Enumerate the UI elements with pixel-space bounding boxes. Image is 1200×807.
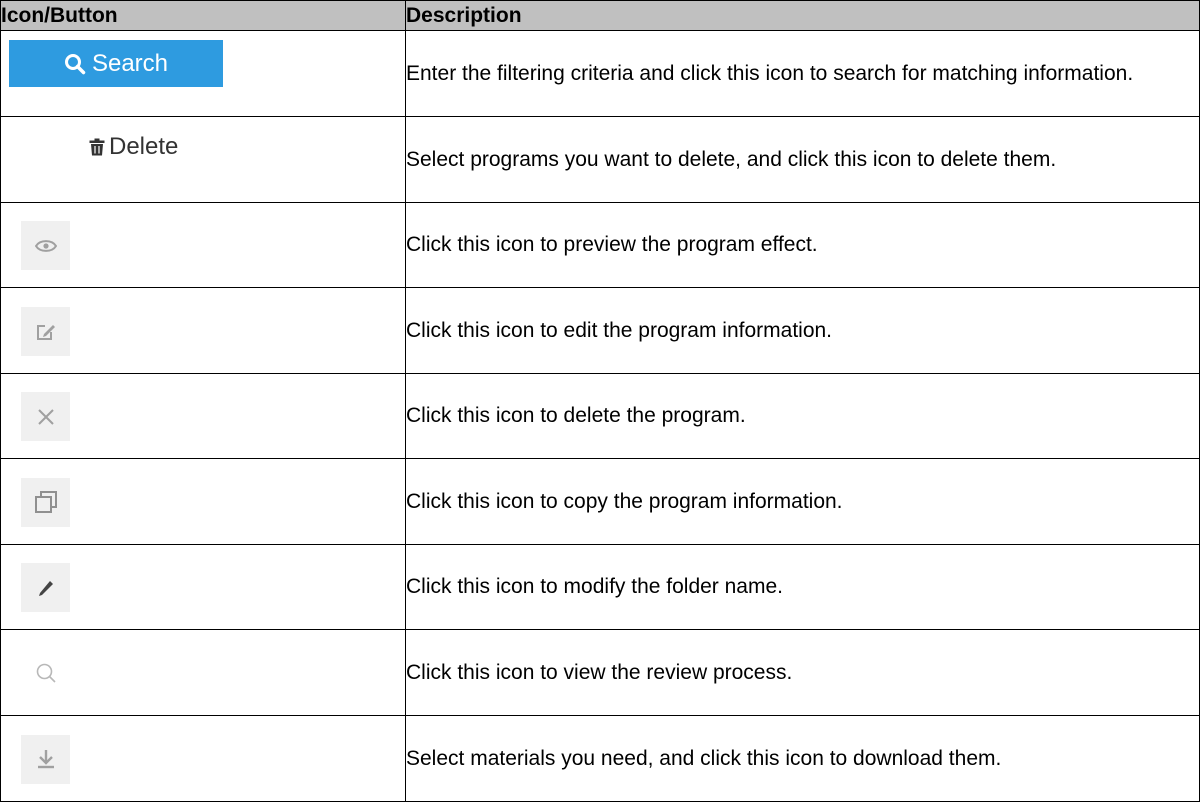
- icon-cell: [0, 373, 406, 459]
- edit-icon: [36, 325, 55, 340]
- icon-description-table: Icon/Button Description Search Enter the…: [0, 0, 1200, 802]
- search-icon: [64, 53, 86, 74]
- icon-cell: [0, 629, 406, 716]
- delete-button[interactable]: Delete: [89, 133, 178, 161]
- icon-cell: [0, 544, 406, 630]
- table-row: Click this icon to view the review proce…: [0, 629, 1200, 716]
- description-cell: Click this icon to copy the program info…: [405, 458, 1200, 545]
- description-cell: Click this icon to view the review proce…: [405, 629, 1200, 716]
- table-row: Delete Select programs you want to delet…: [0, 116, 1200, 203]
- table-row: Click this icon to edit the program info…: [0, 287, 1200, 374]
- pencil-icon: [38, 580, 53, 596]
- icon-cell: Search: [0, 30, 406, 117]
- icon-cell: [0, 202, 406, 288]
- trash-icon: [89, 138, 105, 156]
- description-cell: Enter the filtering criteria and click t…: [405, 30, 1200, 117]
- magnifier-icon: [36, 663, 56, 683]
- description-cell: Select materials you need, and click thi…: [405, 715, 1200, 802]
- icon-cell: Delete: [0, 116, 406, 203]
- table-row: Click this icon to delete the program.: [0, 373, 1200, 459]
- icon-cell: [0, 287, 406, 374]
- header-icon-button: Icon/Button: [0, 0, 406, 31]
- review-process-button[interactable]: [21, 648, 70, 698]
- search-button[interactable]: Search: [9, 40, 223, 87]
- table-row: Click this icon to preview the program e…: [0, 202, 1200, 288]
- copy-icon: [34, 491, 57, 513]
- eye-icon: [34, 239, 57, 252]
- description-cell: Click this icon to delete the program.: [405, 373, 1200, 459]
- copy-button[interactable]: [21, 477, 70, 527]
- description-cell: Click this icon to edit the program info…: [405, 287, 1200, 374]
- description-cell: Select programs you want to delete, and …: [405, 116, 1200, 203]
- description-cell: Click this icon to modify the folder nam…: [405, 544, 1200, 630]
- table-row: Select materials you need, and click thi…: [0, 715, 1200, 802]
- delete-program-button[interactable]: [21, 392, 70, 441]
- rename-folder-button[interactable]: [21, 563, 70, 612]
- preview-button[interactable]: [21, 221, 70, 270]
- edit-button[interactable]: [21, 306, 70, 356]
- download-button[interactable]: [21, 734, 70, 784]
- table-row: Click this icon to copy the program info…: [0, 458, 1200, 545]
- table-row: Click this icon to modify the folder nam…: [0, 544, 1200, 630]
- table-header-row: Icon/Button Description: [0, 0, 1200, 31]
- icon-cell: [0, 715, 406, 802]
- table-row: Search Enter the filtering criteria and …: [0, 30, 1200, 117]
- delete-button-label: Delete: [109, 133, 179, 160]
- download-icon: [37, 750, 54, 769]
- header-description: Description: [405, 0, 1200, 31]
- close-icon: [37, 408, 54, 425]
- description-cell: Click this icon to preview the program e…: [405, 202, 1200, 288]
- search-button-label: Search: [91, 49, 169, 77]
- icon-cell: [0, 458, 406, 545]
